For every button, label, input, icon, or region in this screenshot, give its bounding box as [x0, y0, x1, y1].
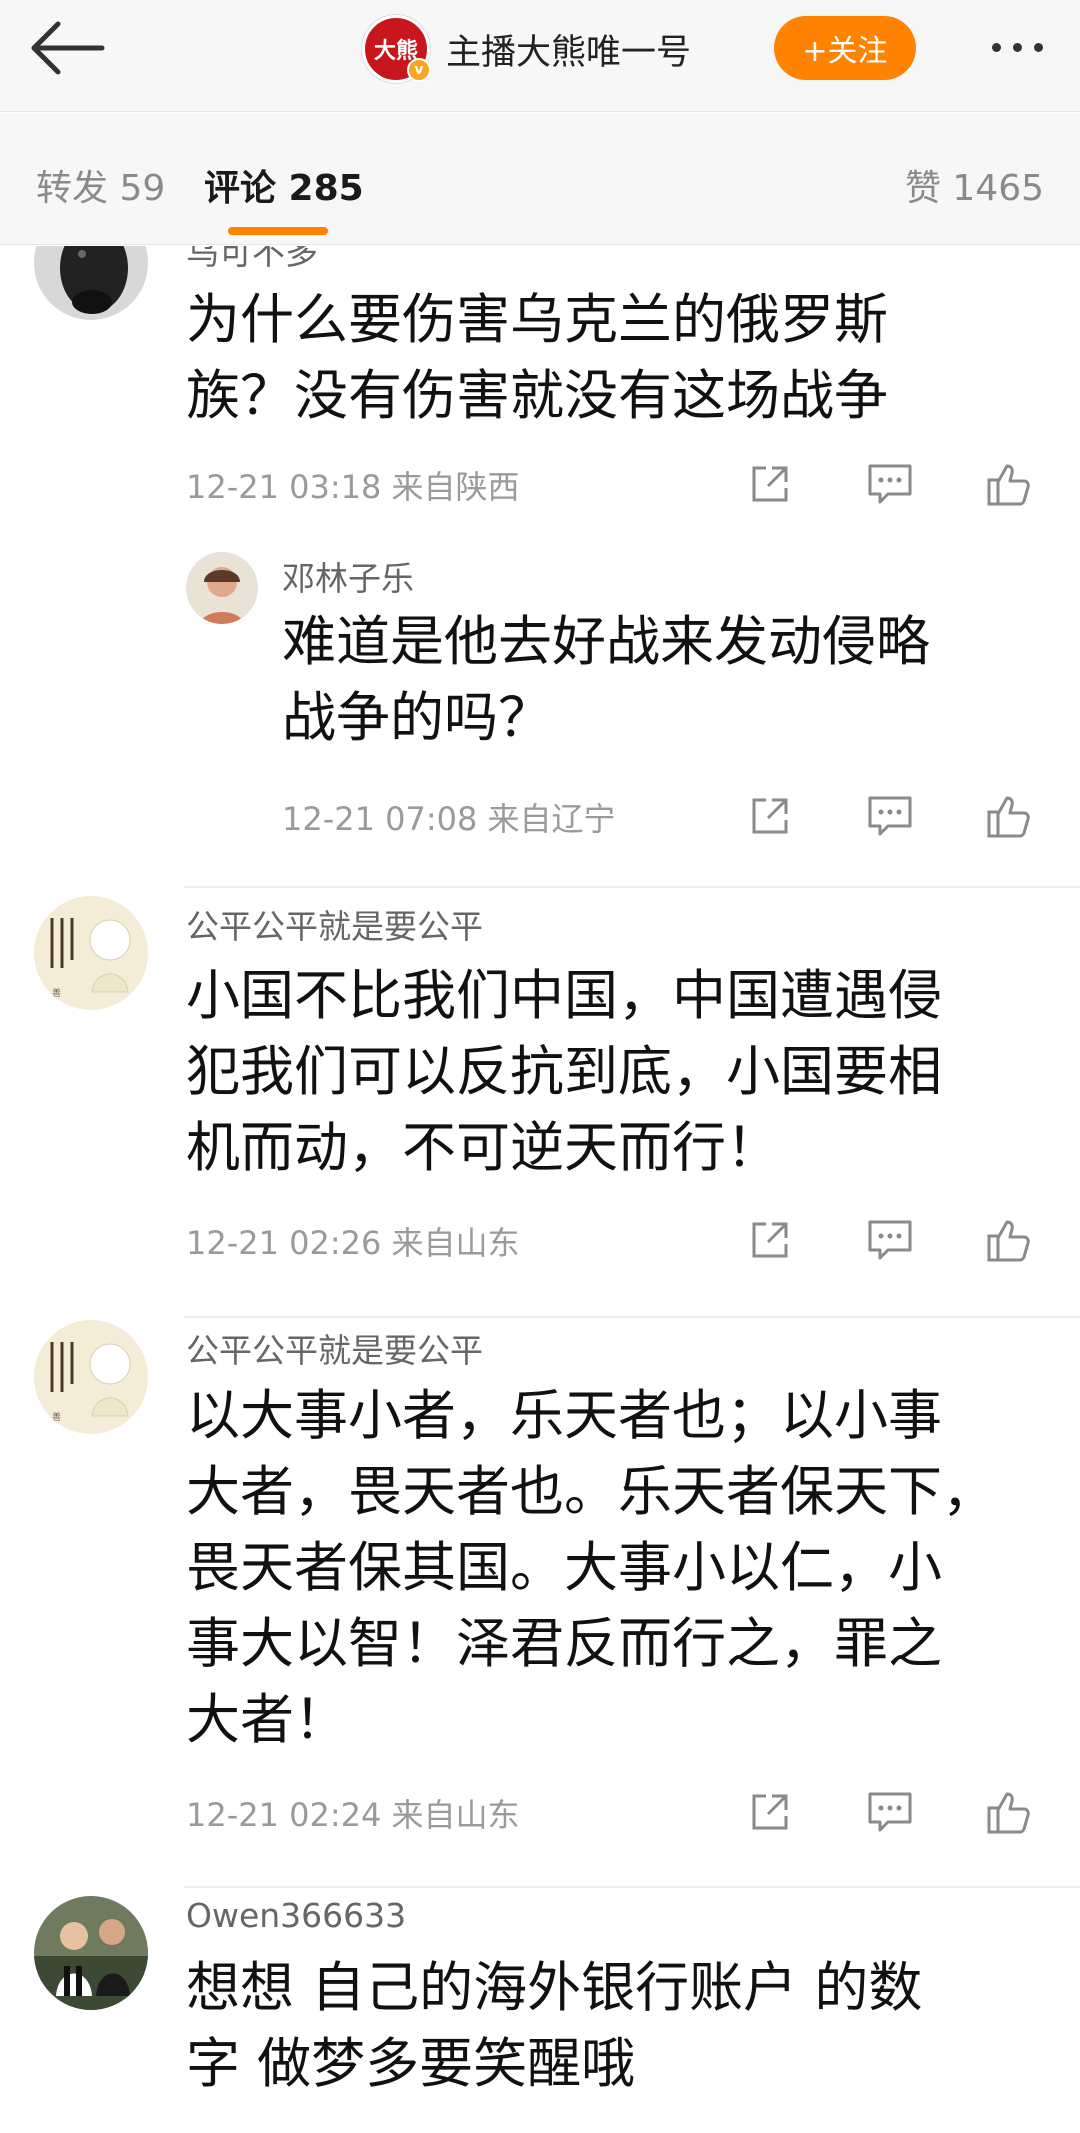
tab-bar: 转发 59 评论 285 赞 1465 [0, 113, 1080, 245]
tab-comments[interactable]: 评论 285 [204, 159, 364, 211]
avatar[interactable] [186, 552, 258, 624]
comment-meta: 12-21 02:24 来自山东 [186, 1790, 520, 1836]
top-bar: 大熊 v 主播大熊唯一号 +关注 [0, 0, 1080, 112]
reply-icon[interactable] [860, 1212, 920, 1268]
share-icon[interactable] [740, 1784, 800, 1840]
avatar[interactable] [34, 246, 148, 320]
comment-time: 12-21 02:26 [186, 1224, 382, 1262]
comment-text: 以大事小者，乐天者也；以小事 大者，畏天者也。乐天者保天下， 畏天者保其国。大事… [186, 1384, 996, 1751]
account-avatar[interactable]: 大熊 v [362, 15, 431, 83]
comment-actions [740, 1782, 1040, 1842]
reply-icon[interactable] [860, 788, 920, 844]
back-arrow-icon[interactable] [28, 18, 108, 78]
comment-username[interactable]: 公平公平就是要公平 [186, 1324, 483, 1372]
tab-reposts[interactable]: 转发 59 [36, 159, 165, 211]
like-icon[interactable] [980, 1212, 1040, 1268]
svg-text:善: 善 [52, 987, 61, 999]
more-options-icon[interactable] [972, 22, 1062, 72]
active-tab-indicator [228, 227, 328, 235]
comment-feed[interactable]: 乌可不多 为什么要伤害乌克兰的俄罗斯 族？没有伤害就没有这场战争 12-21 0… [0, 246, 1080, 2133]
avatar[interactable] [34, 1896, 148, 2010]
comment-username[interactable]: 公平公平就是要公平 [186, 900, 483, 948]
like-icon[interactable] [980, 1784, 1040, 1840]
comment-location: 来自陕西 [391, 468, 520, 506]
comment-text: 小国不比我们中国，中国遭遇侵 犯我们可以反抗到底，小国要相 机而动，不可逆天而行… [186, 964, 942, 1179]
verified-badge-icon: v [407, 58, 431, 82]
comment-text: 想想 自己的海外银行账户 的数 字 做梦多要笑醒哦 [186, 1956, 923, 2095]
divider [184, 1316, 1080, 1318]
tab-likes[interactable]: 赞 1465 [905, 159, 1044, 211]
share-icon[interactable] [740, 456, 800, 512]
comment-location: 来自山东 [391, 1796, 520, 1834]
comment-meta: 12-21 07:08 来自辽宁 [282, 794, 616, 840]
comment-actions [740, 454, 1040, 514]
comment-username[interactable]: 邓林子乐 [282, 552, 414, 600]
avatar[interactable]: 善 [34, 1320, 148, 1434]
comment-time: 12-21 07:08 [282, 800, 478, 838]
comment-actions [740, 786, 1040, 846]
comment-text: 难道是他去好战来发动侵略 战争的吗？ [282, 610, 930, 749]
like-icon[interactable] [980, 456, 1040, 512]
comment-location: 来自山东 [391, 1224, 520, 1262]
follow-button[interactable]: +关注 [774, 16, 916, 80]
comment-actions [740, 1210, 1040, 1270]
reply-icon[interactable] [860, 1784, 920, 1840]
like-icon[interactable] [980, 788, 1040, 844]
comment-time: 12-21 02:24 [186, 1796, 382, 1834]
reply-icon[interactable] [860, 456, 920, 512]
comment-meta: 12-21 03:18 来自陕西 [186, 462, 520, 508]
divider [184, 886, 1080, 888]
comment-location: 来自辽宁 [487, 800, 616, 838]
account-header[interactable]: 大熊 v 主播大熊唯一号 [362, 14, 691, 84]
comment-meta: 12-21 02:26 来自山东 [186, 1218, 520, 1264]
share-icon[interactable] [740, 1212, 800, 1268]
comment-username[interactable]: 乌可不多 [186, 246, 318, 274]
divider [184, 1886, 1080, 1888]
svg-text:善: 善 [52, 1411, 61, 1423]
avatar[interactable]: 善 [34, 896, 148, 1010]
comment-time: 12-21 03:18 [186, 468, 382, 506]
share-icon[interactable] [740, 788, 800, 844]
comment-text: 为什么要伤害乌克兰的俄罗斯 族？没有伤害就没有这场战争 [186, 288, 888, 427]
comment-username[interactable]: Owen366633 [186, 1896, 406, 1935]
account-name[interactable]: 主播大熊唯一号 [446, 24, 691, 75]
